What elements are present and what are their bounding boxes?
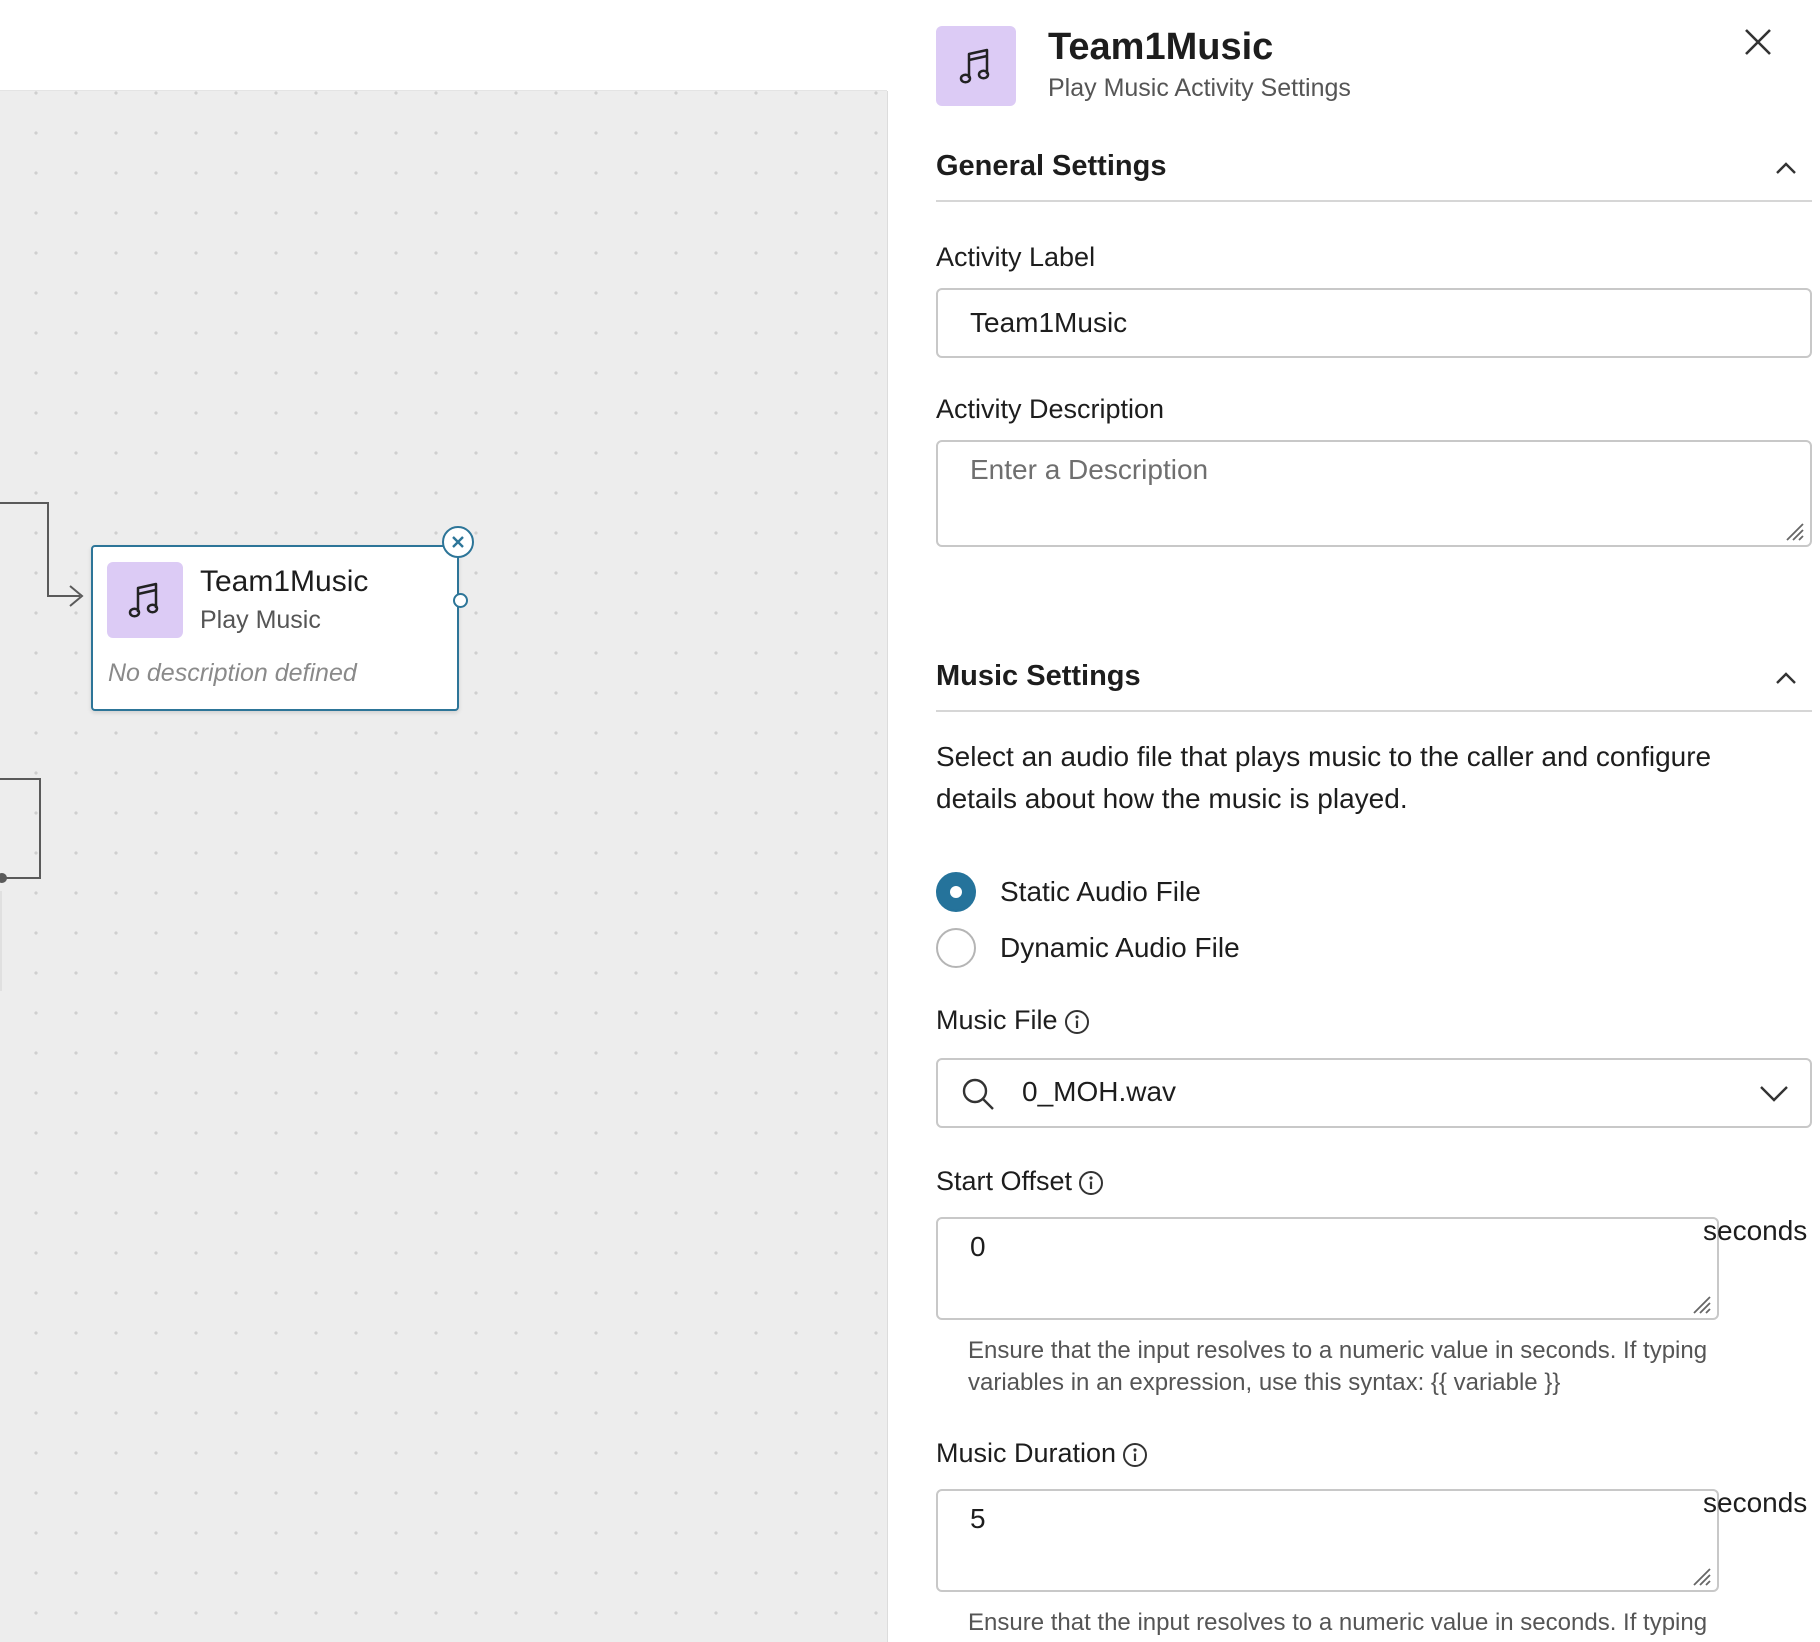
incoming-connector [0, 502, 80, 597]
activity-description-label: Activity Description [936, 394, 1165, 424]
node-subtitle: Play Music [200, 606, 321, 634]
node-output-port[interactable] [453, 593, 468, 608]
close-button[interactable] [1738, 22, 1778, 62]
node-description: No description defined [108, 659, 357, 687]
general-settings-title: General Settings [936, 150, 1167, 182]
play-music-node[interactable]: Team1Music Play Music No description def… [91, 545, 459, 711]
music-file-label-text: Music File [936, 1005, 1058, 1035]
start-offset-label-text: Start Offset [936, 1166, 1073, 1196]
connector-lines [0, 502, 84, 991]
flow-canvas[interactable]: Team1Music Play Music No description def… [0, 91, 888, 1642]
radio-checked-icon[interactable] [936, 872, 976, 912]
start-offset-help-line2: variables in an expression, use this syn… [968, 1369, 1561, 1396]
panel-title: Team1Music [1048, 26, 1274, 68]
info-icon[interactable] [1122, 1442, 1148, 1468]
music-duration-unit: seconds [1703, 1487, 1808, 1518]
general-settings-header[interactable]: General Settings [936, 140, 1812, 202]
start-offset-label: Start Offset [936, 1166, 1104, 1197]
dynamic-audio-radio[interactable]: Dynamic Audio File [936, 926, 1240, 970]
panel-subtitle: Play Music Activity Settings [1048, 74, 1351, 102]
music-note-icon [107, 562, 183, 638]
close-icon [1745, 29, 1771, 55]
info-icon[interactable] [1064, 1009, 1090, 1035]
music-file-label: Music File [936, 1005, 1090, 1036]
node-delete-icon[interactable] [442, 526, 474, 558]
music-duration-label-text: Music Duration [936, 1438, 1117, 1468]
dynamic-audio-label: Dynamic Audio File [1000, 932, 1240, 963]
start-offset-input[interactable]: 0 [936, 1217, 1719, 1320]
resize-grip-icon[interactable] [1783, 520, 1805, 542]
settings-panel: Team1Music Play Music Activity Settings … [888, 0, 1820, 1642]
music-duration-label: Music Duration [936, 1438, 1148, 1469]
connector-port [0, 873, 7, 883]
canvas-toolbar [0, 0, 887, 91]
start-offset-unit: seconds [1703, 1215, 1808, 1246]
lower-connector [0, 778, 41, 879]
chevron-down-icon[interactable] [1758, 1080, 1790, 1106]
music-note-icon [936, 26, 1016, 106]
music-file-value: 0_MOH.wav [1022, 1076, 1177, 1107]
music-duration-help-line1: Ensure that the input resolves to a nume… [968, 1609, 1708, 1636]
resize-grip-icon[interactable] [1690, 1293, 1712, 1315]
music-settings-header[interactable]: Music Settings [936, 650, 1812, 712]
radio-unchecked-icon[interactable] [936, 928, 976, 968]
node-title: Team1Music [200, 565, 369, 598]
static-audio-radio[interactable]: Static Audio File [936, 870, 1201, 914]
chevron-up-icon [1776, 162, 1796, 174]
activity-label-input[interactable] [936, 288, 1812, 358]
chevron-up-icon [1776, 672, 1796, 684]
resize-grip-icon[interactable] [1690, 1565, 1712, 1587]
search-icon [962, 1078, 994, 1110]
activity-label-label: Activity Label [936, 242, 1096, 272]
music-settings-description: Select an audio file that plays music to… [936, 741, 1712, 814]
info-icon[interactable] [1078, 1170, 1104, 1196]
music-duration-input[interactable]: 5 [936, 1489, 1719, 1592]
activity-description-input[interactable] [936, 440, 1812, 547]
static-audio-label: Static Audio File [1000, 876, 1201, 907]
start-offset-help-line1: Ensure that the input resolves to a nume… [968, 1337, 1708, 1364]
music-settings-title: Music Settings [936, 660, 1141, 692]
music-file-select[interactable]: 0_MOH.wav [936, 1058, 1812, 1128]
